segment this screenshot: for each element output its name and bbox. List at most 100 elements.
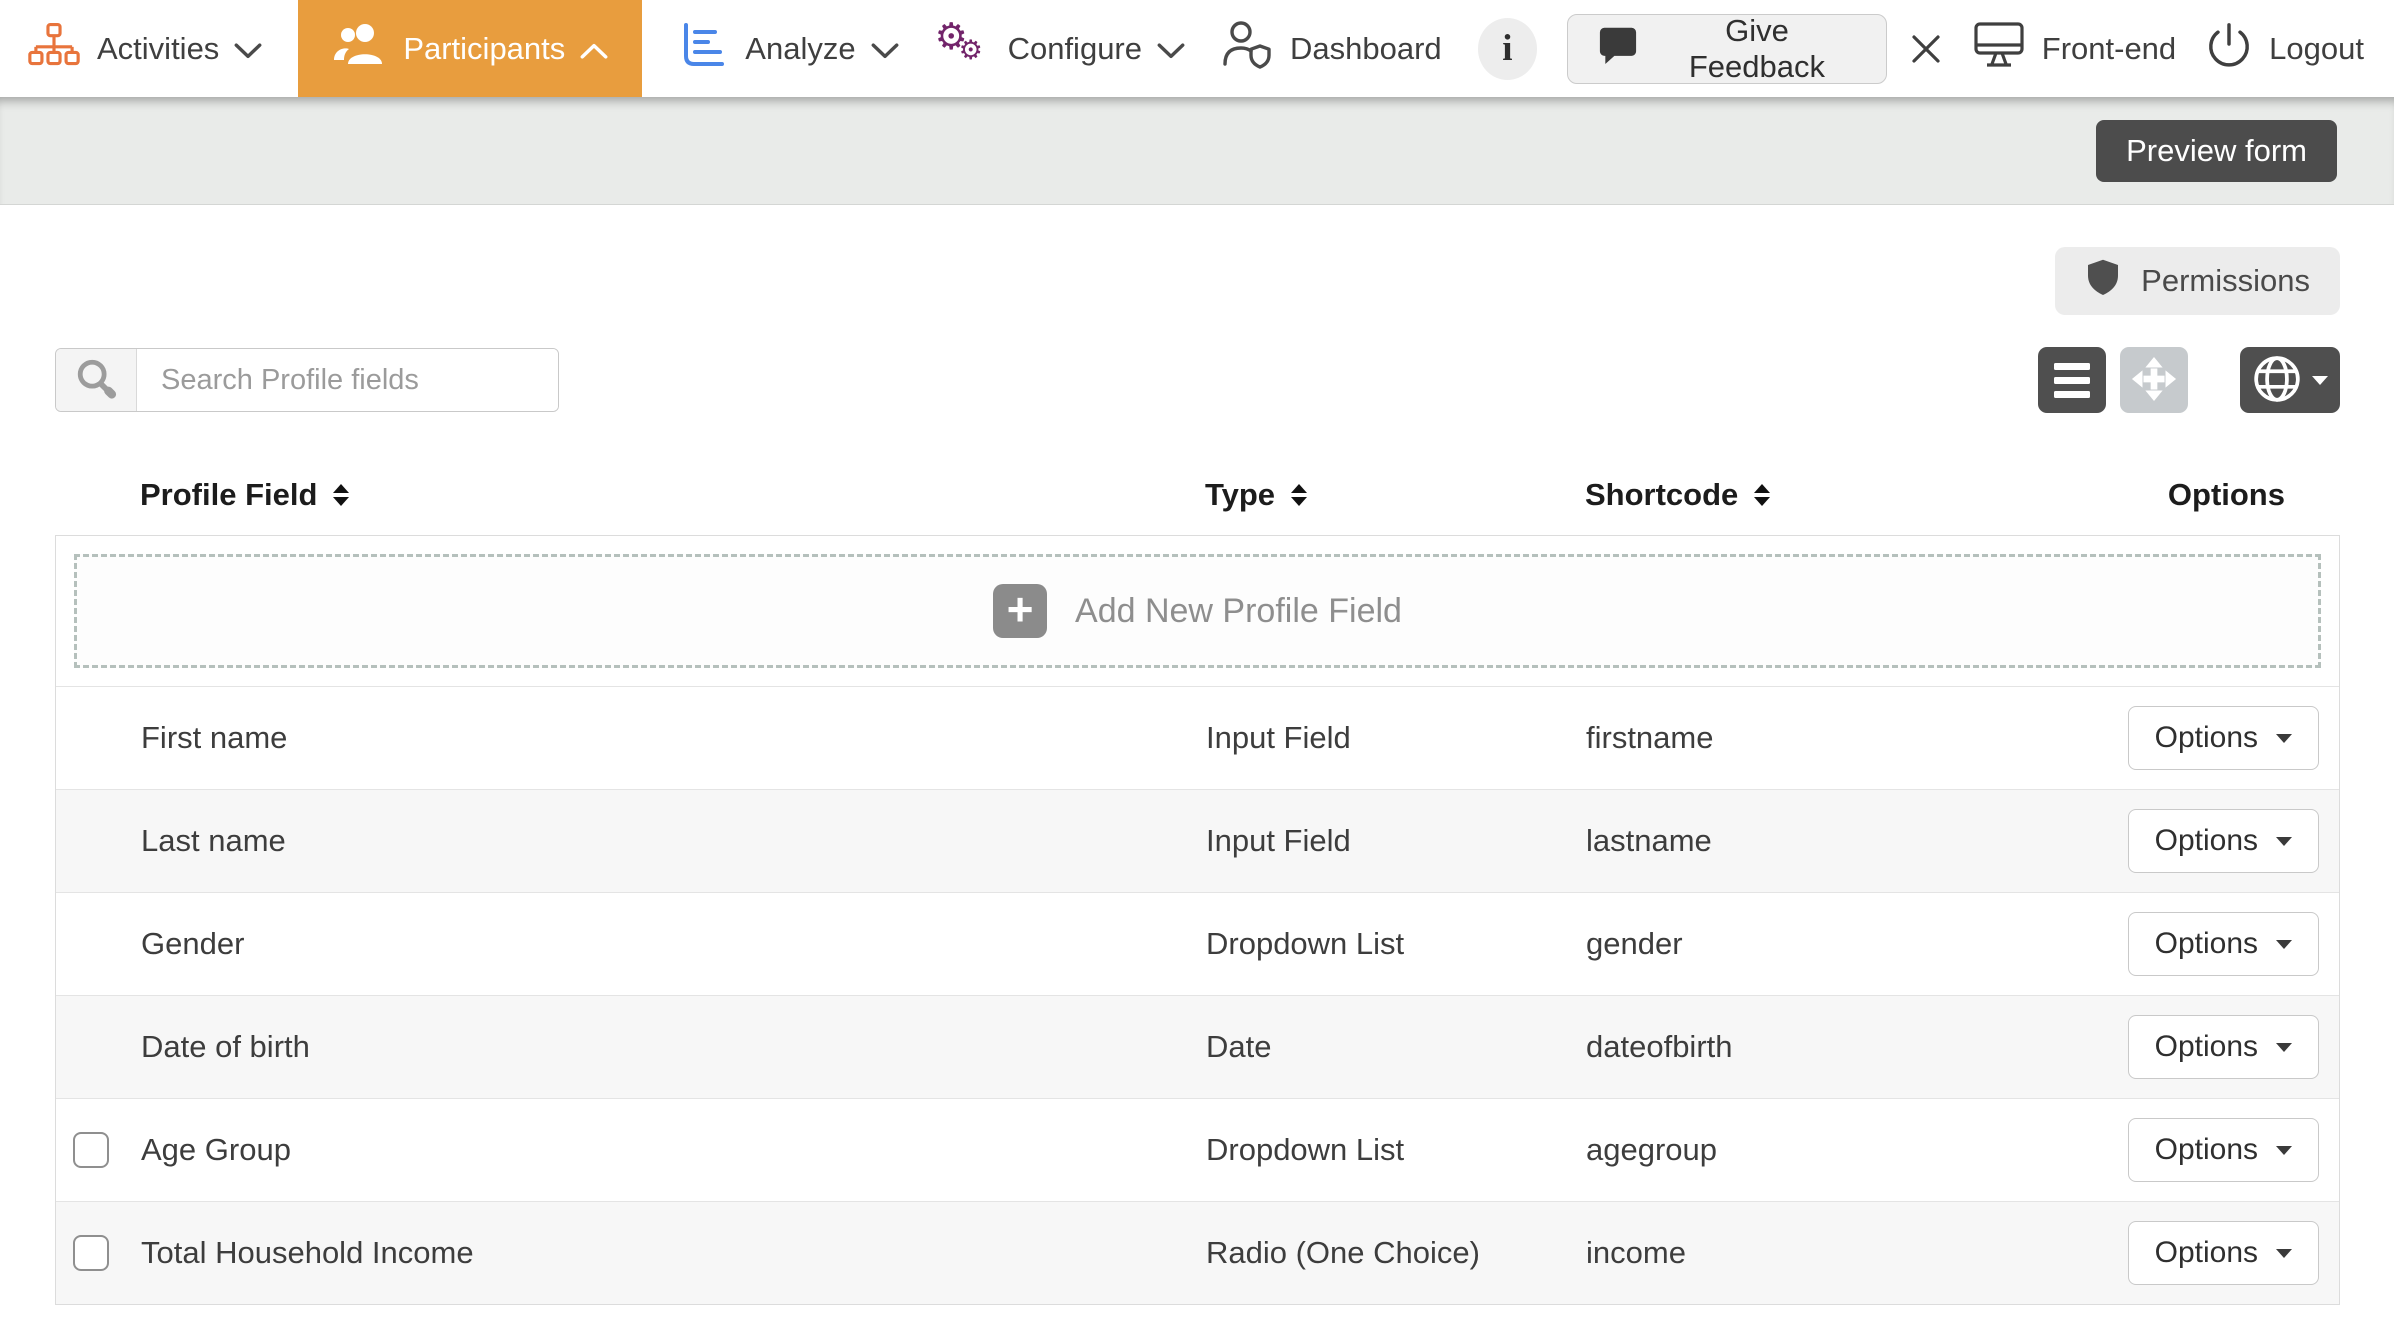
close-icon[interactable] (1909, 32, 1943, 66)
sort-icon (1291, 484, 1307, 506)
caret-down-icon (2312, 376, 2328, 385)
info-button[interactable]: i (1478, 18, 1537, 80)
nav-item-activities[interactable]: Activities (28, 0, 262, 97)
caret-down-icon (2276, 1043, 2292, 1052)
caret-down-icon (2276, 1146, 2292, 1155)
type-cell: Date (1206, 1029, 1586, 1065)
main-content: Permissions (0, 205, 2394, 1305)
sitemap-icon (28, 22, 80, 76)
permissions-button[interactable]: Permissions (2055, 247, 2340, 315)
power-icon (2206, 21, 2252, 77)
nav-item-label: Configure (1008, 31, 1142, 67)
shortcode-cell: gender (1586, 926, 2101, 962)
nav-item-dashboard[interactable]: Dashboard (1221, 0, 1442, 97)
profile-field-name: Last name (141, 823, 286, 858)
profile-field-name: Total Household Income (141, 1235, 474, 1270)
search-icon-segment (56, 349, 137, 411)
search-bar (55, 348, 559, 412)
top-nav: Activities Participants (0, 0, 2394, 97)
table-row: Last name Input Field lastname Options (56, 789, 2339, 892)
nav-item-label: Analyze (745, 31, 855, 67)
profile-field-cell: Total Household Income (56, 1235, 1206, 1271)
speech-bubble-icon (1598, 26, 1638, 72)
view-buttons (2038, 347, 2340, 413)
options-button[interactable]: Options (2128, 1015, 2319, 1079)
sort-icon (1754, 484, 1770, 506)
preview-form-button[interactable]: Preview form (2096, 120, 2337, 182)
language-button[interactable] (2240, 347, 2340, 413)
profile-field-cell: First name (56, 720, 1206, 756)
give-feedback-label: Give Feedback (1658, 13, 1856, 85)
monitor-icon (1973, 21, 2025, 77)
page: Activities Participants (0, 0, 2394, 1322)
bar-chart-icon (678, 20, 728, 78)
shortcode-cell: lastname (1586, 823, 2101, 859)
give-feedback-button[interactable]: Give Feedback (1567, 14, 1887, 84)
column-header-options: Options (2168, 477, 2340, 513)
sort-icon (333, 484, 349, 506)
nav-item-configure[interactable]: ⚙⚙ Configure (935, 0, 1185, 97)
table-row: First name Input Field firstname Options (56, 686, 2339, 789)
table-row: Total Household Income Radio (One Choice… (56, 1201, 2339, 1304)
nav-item-label: Activities (97, 31, 219, 67)
shortcode-cell: firstname (1586, 720, 2101, 756)
profile-field-name: First name (141, 720, 287, 755)
list-view-icon (2054, 363, 2090, 398)
table-header-row: Profile Field Type Shortcode Options (55, 455, 2340, 535)
column-header-shortcode[interactable]: Shortcode (1585, 477, 2100, 513)
nav-item-label: Front-end (2042, 31, 2176, 67)
nav-item-analyze[interactable]: Analyze (678, 0, 898, 97)
options-button[interactable]: Options (2128, 912, 2319, 976)
shield-icon (2085, 257, 2121, 305)
options-button[interactable]: Options (2128, 809, 2319, 873)
caret-down-icon (2276, 734, 2292, 743)
profile-field-name: Gender (141, 926, 244, 961)
caret-down-icon (2276, 940, 2292, 949)
profile-fields-table: + Add New Profile Field First name Input… (55, 535, 2340, 1305)
reorder-button[interactable] (2120, 347, 2188, 413)
chevron-down-icon (234, 31, 262, 67)
shortcode-cell: dateofbirth (1586, 1029, 2101, 1065)
profile-field-cell: Last name (56, 823, 1206, 859)
nav-item-label: Dashboard (1290, 31, 1442, 67)
table-row: Date of birth Date dateofbirth Options (56, 995, 2339, 1098)
row-checkbox[interactable] (73, 1132, 109, 1168)
toolbar: Preview form (0, 97, 2394, 205)
table-row: Age Group Dropdown List agegroup Options (56, 1098, 2339, 1201)
caret-down-icon (2276, 837, 2292, 846)
options-button[interactable]: Options (2128, 1118, 2319, 1182)
profile-field-name: Date of birth (141, 1029, 310, 1064)
nav-item-participants[interactable]: Participants (298, 0, 642, 97)
profile-field-cell: Gender (56, 926, 1206, 962)
nav-item-label: Logout (2269, 31, 2364, 67)
shortcode-cell: agegroup (1586, 1132, 2101, 1168)
chevron-up-icon (580, 31, 608, 67)
row-checkbox[interactable] (73, 1235, 109, 1271)
caret-down-icon (2276, 1249, 2292, 1258)
type-cell: Radio (One Choice) (1206, 1235, 1586, 1271)
options-button[interactable]: Options (2128, 706, 2319, 770)
type-cell: Input Field (1206, 720, 1586, 756)
profile-field-name: Age Group (141, 1132, 291, 1167)
column-header-profile-field[interactable]: Profile Field (55, 477, 1205, 513)
profile-field-cell: Date of birth (56, 1029, 1206, 1065)
add-new-profile-field-button[interactable]: + Add New Profile Field (74, 554, 2321, 668)
plus-icon: + (993, 584, 1047, 638)
search-input[interactable] (137, 349, 558, 411)
list-view-button[interactable] (2038, 347, 2106, 413)
search-icon (74, 356, 118, 405)
nav-item-label: Participants (403, 31, 565, 67)
add-new-profile-field-label: Add New Profile Field (1075, 592, 1402, 631)
type-cell: Dropdown List (1206, 1132, 1586, 1168)
gears-icon: ⚙⚙ (935, 21, 991, 77)
chevron-down-icon (871, 31, 899, 67)
column-header-type[interactable]: Type (1205, 477, 1585, 513)
nav-item-logout[interactable]: Logout (2206, 21, 2364, 77)
info-icon: i (1502, 27, 1512, 70)
nav-item-frontend[interactable]: Front-end (1973, 21, 2176, 77)
chevron-down-icon (1157, 31, 1185, 67)
options-button[interactable]: Options (2128, 1221, 2319, 1285)
table-row: Gender Dropdown List gender Options (56, 892, 2339, 995)
type-cell: Dropdown List (1206, 926, 1586, 962)
main-menu: Activities Participants (0, 0, 1478, 97)
